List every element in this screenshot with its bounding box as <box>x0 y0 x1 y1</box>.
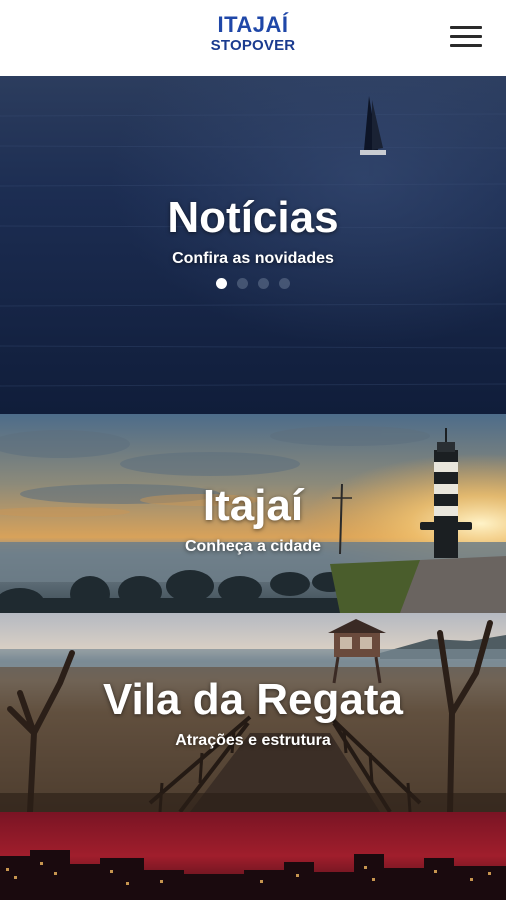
hamburger-menu-icon[interactable] <box>450 24 482 50</box>
vila-subtitle: Atrações e estrutura <box>175 732 331 749</box>
app-header: ITAJAÍ STOPOVER <box>0 0 506 76</box>
itajai-caption: Itajaí Conheça a cidade <box>0 484 506 556</box>
menu-bar <box>450 26 482 29</box>
itajai-stopover-logo[interactable]: ITAJAÍ STOPOVER <box>200 12 306 54</box>
vila-title: Vila da Regata <box>103 675 403 724</box>
vila-caption: Vila da Regata Atrações e estrutura <box>0 678 506 750</box>
itajai-title: Itajaí <box>202 481 304 530</box>
carousel-dot-1[interactable] <box>216 278 227 289</box>
vila-da-regata-banner[interactable]: Vila da Regata Atrações e estrutura <box>0 613 506 812</box>
news-banner[interactable]: Notícias Confira as novidades <box>0 76 506 414</box>
logo-text-itajai: ITAJAÍ <box>217 12 289 37</box>
menu-bar <box>450 44 482 47</box>
news-title: Notícias <box>167 193 339 242</box>
night-skyline-image <box>0 812 506 900</box>
itajai-subtitle: Conheça a cidade <box>184 538 322 555</box>
news-caption: Notícias Confira as novidades <box>0 196 506 268</box>
itajai-city-banner[interactable]: Itajaí Conheça a cidade <box>0 414 506 613</box>
carousel-dot-3[interactable] <box>258 278 269 289</box>
night-city-banner[interactable] <box>0 812 506 900</box>
menu-bar <box>450 35 482 38</box>
news-subtitle: Confira as novidades <box>172 250 334 267</box>
carousel-dot-2[interactable] <box>237 278 248 289</box>
carousel-dot-4[interactable] <box>279 278 290 289</box>
carousel-indicators <box>0 278 506 289</box>
app-screen: ITAJAÍ STOPOVER Notícias Confira as novi… <box>0 0 506 900</box>
logo-text-stopover: STOPOVER <box>210 37 296 54</box>
